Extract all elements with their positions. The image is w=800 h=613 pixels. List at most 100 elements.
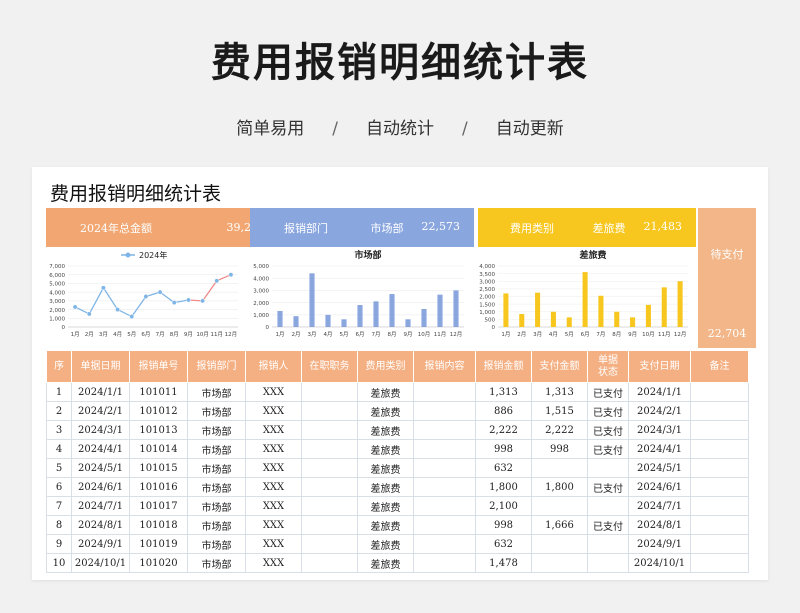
- expense-type-select[interactable]: 差旅费: [593, 220, 626, 236]
- table-cell[interactable]: [301, 439, 358, 459]
- table-cell[interactable]: 9: [46, 534, 72, 554]
- table-cell[interactable]: 2024/10/1: [71, 553, 130, 573]
- table-cell[interactable]: 1,800: [475, 477, 532, 497]
- table-cell[interactable]: 已支付: [587, 515, 629, 535]
- table-cell[interactable]: 差旅费: [357, 420, 414, 440]
- table-cell[interactable]: 2024/9/1: [628, 534, 691, 554]
- table-cell[interactable]: 5: [46, 458, 72, 478]
- table-cell[interactable]: 2024/6/1: [71, 477, 130, 497]
- table-cell[interactable]: 市场部: [187, 496, 246, 516]
- table-cell[interactable]: 差旅费: [357, 458, 414, 478]
- table-cell[interactable]: [690, 477, 749, 497]
- table-cell[interactable]: [301, 553, 358, 573]
- table-cell[interactable]: 2024/5/1: [628, 458, 691, 478]
- table-row[interactable]: 6 2024/6/1 101016 市场部 XXX 差旅费 1,800 1,800 已支付 202…: [46, 477, 749, 497]
- table-cell[interactable]: 8: [46, 515, 72, 535]
- table-cell[interactable]: 市场部: [187, 553, 246, 573]
- table-cell[interactable]: 已支付: [587, 439, 629, 459]
- table-cell[interactable]: [587, 534, 629, 554]
- table-cell[interactable]: 3: [46, 420, 72, 440]
- table-cell[interactable]: XXX: [245, 515, 302, 535]
- table-cell[interactable]: 2024/4/1: [628, 439, 691, 459]
- table-cell[interactable]: [531, 496, 588, 516]
- table-cell[interactable]: [413, 382, 476, 402]
- table-row[interactable]: 4 2024/4/1 101014 市场部 XXX 差旅费 998 998 已支付 2024/4/…: [46, 439, 749, 459]
- table-cell[interactable]: 2024/6/1: [628, 477, 691, 497]
- table-row[interactable]: 9 2024/9/1 101019 市场部 XXX 差旅费 632 2024/9/1: [46, 534, 749, 554]
- table-cell[interactable]: [690, 553, 749, 573]
- table-cell[interactable]: 2024/2/1: [628, 401, 691, 421]
- table-cell[interactable]: XXX: [245, 420, 302, 440]
- table-cell[interactable]: 2024/8/1: [628, 515, 691, 535]
- table-cell[interactable]: 101012: [129, 401, 188, 421]
- table-row[interactable]: 5 2024/5/1 101015 市场部 XXX 差旅费 632 2024/5/1: [46, 458, 749, 478]
- table-cell[interactable]: XXX: [245, 401, 302, 421]
- table-cell[interactable]: [690, 439, 749, 459]
- table-cell[interactable]: [413, 534, 476, 554]
- table-cell[interactable]: 1,313: [531, 382, 588, 402]
- table-cell[interactable]: 4: [46, 439, 72, 459]
- table-cell[interactable]: [531, 458, 588, 478]
- table-cell[interactable]: [413, 515, 476, 535]
- table-cell[interactable]: 已支付: [587, 477, 629, 497]
- column-header[interactable]: 单据 状态: [587, 350, 629, 383]
- table-cell[interactable]: 1: [46, 382, 72, 402]
- table-cell[interactable]: 2024/7/1: [628, 496, 691, 516]
- table-cell[interactable]: 101014: [129, 439, 188, 459]
- table-cell[interactable]: [301, 477, 358, 497]
- table-cell[interactable]: 2024/2/1: [71, 401, 130, 421]
- table-cell[interactable]: [690, 401, 749, 421]
- table-cell[interactable]: 998: [531, 439, 588, 459]
- table-cell[interactable]: XXX: [245, 439, 302, 459]
- table-cell[interactable]: 市场部: [187, 439, 246, 459]
- table-cell[interactable]: 差旅费: [357, 553, 414, 573]
- table-cell[interactable]: [413, 477, 476, 497]
- table-cell[interactable]: 101015: [129, 458, 188, 478]
- column-header[interactable]: 报销金额: [475, 350, 532, 383]
- column-header[interactable]: 报销部门: [187, 350, 246, 383]
- table-cell[interactable]: 差旅费: [357, 477, 414, 497]
- table-cell[interactable]: 2024/3/1: [71, 420, 130, 440]
- table-cell[interactable]: 2024/10/1: [628, 553, 691, 573]
- table-cell[interactable]: [413, 553, 476, 573]
- table-cell[interactable]: 2024/9/1: [71, 534, 130, 554]
- table-row[interactable]: 1 2024/1/1 101011 市场部 XXX 差旅费 1,313 1,313 已支付 202…: [46, 382, 749, 402]
- table-cell[interactable]: [690, 496, 749, 516]
- column-header[interactable]: 备注: [690, 350, 749, 383]
- table-cell[interactable]: 998: [475, 515, 532, 535]
- table-cell[interactable]: [301, 420, 358, 440]
- column-header[interactable]: 序: [46, 350, 72, 383]
- table-cell[interactable]: 市场部: [187, 420, 246, 440]
- table-cell[interactable]: 市场部: [187, 458, 246, 478]
- table-cell[interactable]: 差旅费: [357, 401, 414, 421]
- table-cell[interactable]: 886: [475, 401, 532, 421]
- column-header[interactable]: 报销内容: [413, 350, 476, 383]
- table-cell[interactable]: [413, 439, 476, 459]
- table-cell[interactable]: 632: [475, 458, 532, 478]
- table-cell[interactable]: 2: [46, 401, 72, 421]
- table-cell[interactable]: [690, 458, 749, 478]
- table-row[interactable]: 3 2024/3/1 101013 市场部 XXX 差旅费 2,222 2,222 已支付 202…: [46, 420, 749, 440]
- table-cell[interactable]: 632: [475, 534, 532, 554]
- column-header[interactable]: 报销人: [245, 350, 302, 383]
- table-cell[interactable]: [690, 382, 749, 402]
- table-cell[interactable]: 2024/8/1: [71, 515, 130, 535]
- table-row[interactable]: 7 2024/7/1 101017 市场部 XXX 差旅费 2,100 2024/7/1: [46, 496, 749, 516]
- table-cell[interactable]: XXX: [245, 534, 302, 554]
- table-cell[interactable]: 1,515: [531, 401, 588, 421]
- table-cell[interactable]: 市场部: [187, 534, 246, 554]
- table-cell[interactable]: [587, 553, 629, 573]
- table-cell[interactable]: 2024/1/1: [628, 382, 691, 402]
- table-cell[interactable]: [413, 458, 476, 478]
- table-cell[interactable]: [301, 382, 358, 402]
- table-cell[interactable]: 差旅费: [357, 515, 414, 535]
- table-cell[interactable]: [413, 420, 476, 440]
- table-cell[interactable]: 2024/3/1: [628, 420, 691, 440]
- table-cell[interactable]: [301, 496, 358, 516]
- table-cell[interactable]: 市场部: [187, 477, 246, 497]
- table-row[interactable]: 10 2024/10/1 101020 市场部 XXX 差旅费 1,478 2024/10/1: [46, 553, 749, 573]
- column-header[interactable]: 支付日期: [628, 350, 691, 383]
- table-cell[interactable]: 差旅费: [357, 382, 414, 402]
- table-cell[interactable]: 6: [46, 477, 72, 497]
- table-cell[interactable]: 市场部: [187, 401, 246, 421]
